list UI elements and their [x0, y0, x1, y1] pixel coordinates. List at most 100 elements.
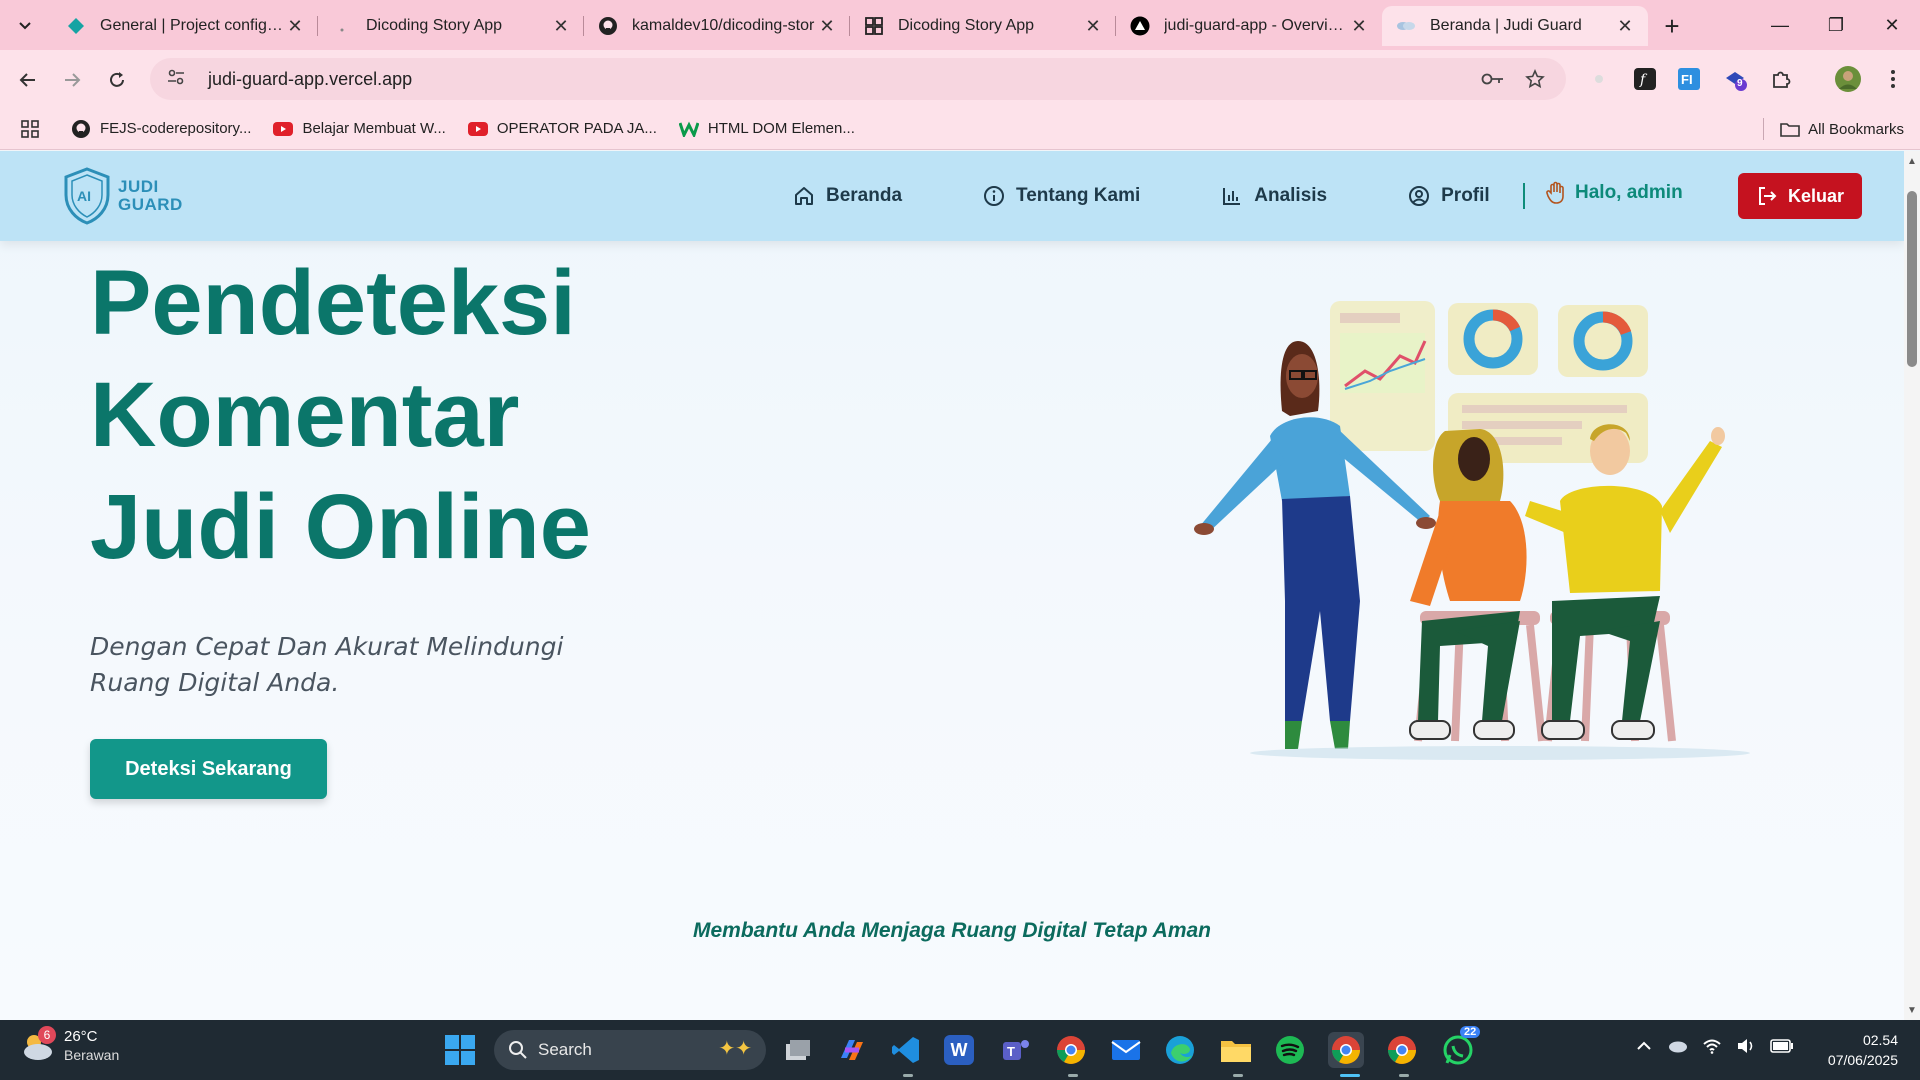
spotify-icon[interactable]: [1272, 1032, 1308, 1068]
tab-project-config[interactable]: General | Project configura ✕: [52, 6, 318, 46]
reload-button[interactable]: [99, 62, 135, 98]
tab-dicoding-story-1[interactable]: Dicoding Story App ✕: [318, 6, 584, 46]
start-button[interactable]: [445, 1035, 475, 1065]
scrollbar-thumb[interactable]: [1907, 191, 1917, 367]
close-tab-icon[interactable]: ✕: [816, 15, 838, 37]
scroll-down-icon[interactable]: ▼: [1904, 1002, 1920, 1018]
logout-icon: [1756, 185, 1778, 207]
site-settings-icon[interactable]: [166, 67, 188, 92]
volume-icon[interactable]: [1736, 1038, 1756, 1054]
weather-widget[interactable]: 6 26°C Berawan: [20, 1026, 119, 1064]
close-tab-icon[interactable]: ✕: [550, 15, 572, 37]
bookmark-item[interactable]: OPERATOR PADA JA...: [467, 119, 657, 139]
bookmark-item[interactable]: FEJS-coderepository...: [71, 119, 251, 139]
tagline: Membantu Anda Menjaga Ruang Digital Teta…: [692, 919, 1212, 942]
close-tab-icon[interactable]: ✕: [1614, 15, 1636, 37]
minimize-icon[interactable]: —: [1752, 0, 1808, 50]
youtube-icon: [273, 119, 294, 139]
close-tab-icon[interactable]: ✕: [1082, 15, 1104, 37]
cloudy-weather-icon: 6: [20, 1026, 56, 1064]
fi-extension-icon[interactable]: FI: [1674, 64, 1704, 94]
close-tab-icon[interactable]: ✕: [284, 15, 306, 37]
nav-divider: [1523, 183, 1525, 209]
extension-badge-icon[interactable]: 9: [1720, 64, 1750, 94]
seated-man-figure: [1525, 424, 1725, 740]
scroll-up-icon[interactable]: ▲: [1904, 153, 1920, 169]
system-tray: [1636, 1038, 1808, 1054]
page-scrollbar[interactable]: ▲ ▼: [1904, 151, 1920, 1020]
extensions-puzzle-icon[interactable]: [1766, 64, 1796, 94]
nav-label: Analisis: [1254, 185, 1328, 206]
tab-title: General | Project configura: [100, 17, 284, 34]
formula-extension-icon[interactable]: f: [1630, 64, 1660, 94]
tab-dicoding-story-2[interactable]: Dicoding Story App ✕: [850, 6, 1116, 46]
mail-icon[interactable]: [1108, 1032, 1144, 1068]
apps-grid-icon: [20, 119, 40, 139]
tab-search-button[interactable]: [8, 8, 42, 42]
close-tab-icon[interactable]: ✕: [1348, 15, 1370, 37]
nav-tentang-kami[interactable]: Tentang Kami: [982, 184, 1140, 208]
new-tab-button[interactable]: +: [1654, 8, 1690, 44]
nav-profil[interactable]: Profil: [1407, 184, 1490, 208]
tab-vercel-overview[interactable]: judi-guard-app - Overview ✕: [1116, 6, 1382, 46]
chevron-up-icon[interactable]: [1636, 1041, 1652, 1051]
bookmark-label: Belajar Membuat W...: [302, 120, 446, 137]
password-key-icon[interactable]: [1478, 72, 1508, 86]
tab-title: Dicoding Story App: [366, 17, 503, 34]
taskbar-search[interactable]: Search ✦✦: [494, 1030, 766, 1070]
copilot-icon[interactable]: [834, 1032, 870, 1068]
bookmark-star-icon[interactable]: [1520, 69, 1550, 89]
back-button[interactable]: [10, 62, 46, 98]
shield-ai-icon: AI: [64, 167, 110, 225]
task-view-icon[interactable]: [780, 1032, 816, 1068]
file-explorer-icon[interactable]: [1218, 1032, 1254, 1068]
nav-label: Profil: [1441, 185, 1490, 206]
teams-icon[interactable]: T: [998, 1032, 1034, 1068]
home-icon: [792, 184, 816, 208]
vscode-icon[interactable]: [888, 1032, 924, 1068]
restore-icon[interactable]: ❐: [1808, 0, 1864, 50]
logo-line-2: GUARD: [118, 195, 183, 214]
address-bar[interactable]: judi-guard-app.vercel.app: [150, 58, 1566, 100]
bookmark-item[interactable]: HTML DOM Elemen...: [678, 119, 855, 139]
system-clock[interactable]: 02.54 07/06/2025: [1828, 1030, 1898, 1070]
tab-beranda-judi-guard[interactable]: Beranda | Judi Guard ✕: [1382, 6, 1648, 46]
nav-beranda[interactable]: Beranda: [792, 184, 902, 208]
url-text[interactable]: judi-guard-app.vercel.app: [208, 69, 1466, 90]
tab-title: Dicoding Story App: [898, 17, 1035, 34]
chrome-icon[interactable]: [1053, 1032, 1089, 1068]
judi-guard-favicon: [1396, 16, 1416, 36]
whatsapp-badge: 22: [1460, 1026, 1481, 1038]
detect-now-button[interactable]: Deteksi Sekarang: [90, 739, 327, 799]
nav-analisis[interactable]: Analisis: [1220, 184, 1327, 208]
chrome-second-profile-icon[interactable]: [1384, 1032, 1420, 1068]
grid-icon: [864, 16, 884, 36]
forward-button[interactable]: [54, 62, 90, 98]
judi-guard-logo[interactable]: AI JUDI GUARD: [62, 167, 183, 225]
profile-avatar[interactable]: [1833, 64, 1863, 94]
tab-github-repo[interactable]: kamaldev10/dicoding-stor ✕: [584, 6, 850, 46]
info-icon: [982, 184, 1006, 208]
bookmark-item[interactable]: Belajar Membuat W...: [273, 119, 446, 139]
diamond-icon: [66, 16, 86, 36]
battery-icon[interactable]: [1770, 1039, 1794, 1053]
edge-icon[interactable]: [1162, 1032, 1198, 1068]
logo-line-1: JUDI: [118, 177, 159, 196]
apps-grid-button[interactable]: [20, 119, 49, 139]
close-window-icon[interactable]: ✕: [1864, 0, 1920, 50]
clock-time: 02.54: [1862, 1032, 1898, 1048]
browser-menu-icon[interactable]: [1878, 64, 1908, 94]
whatsapp-icon[interactable]: 22: [1440, 1026, 1481, 1068]
logout-button[interactable]: Keluar: [1738, 173, 1862, 219]
wifi-icon[interactable]: [1702, 1038, 1722, 1054]
all-bookmarks-label: All Bookmarks: [1808, 120, 1904, 138]
loading-extension-icon[interactable]: [1584, 64, 1614, 94]
chrome-profile-icon[interactable]: [1328, 1032, 1364, 1068]
all-bookmarks-button[interactable]: All Bookmarks: [1763, 108, 1904, 150]
onedrive-cloud-icon[interactable]: [1666, 1039, 1688, 1053]
word-icon[interactable]: W: [944, 1035, 974, 1065]
bar-chart-icon: [1220, 184, 1244, 208]
tab-title: kamaldev10/dicoding-stor: [632, 17, 815, 34]
waving-hand-icon: [1545, 181, 1567, 205]
svg-text:AI: AI: [77, 188, 91, 204]
